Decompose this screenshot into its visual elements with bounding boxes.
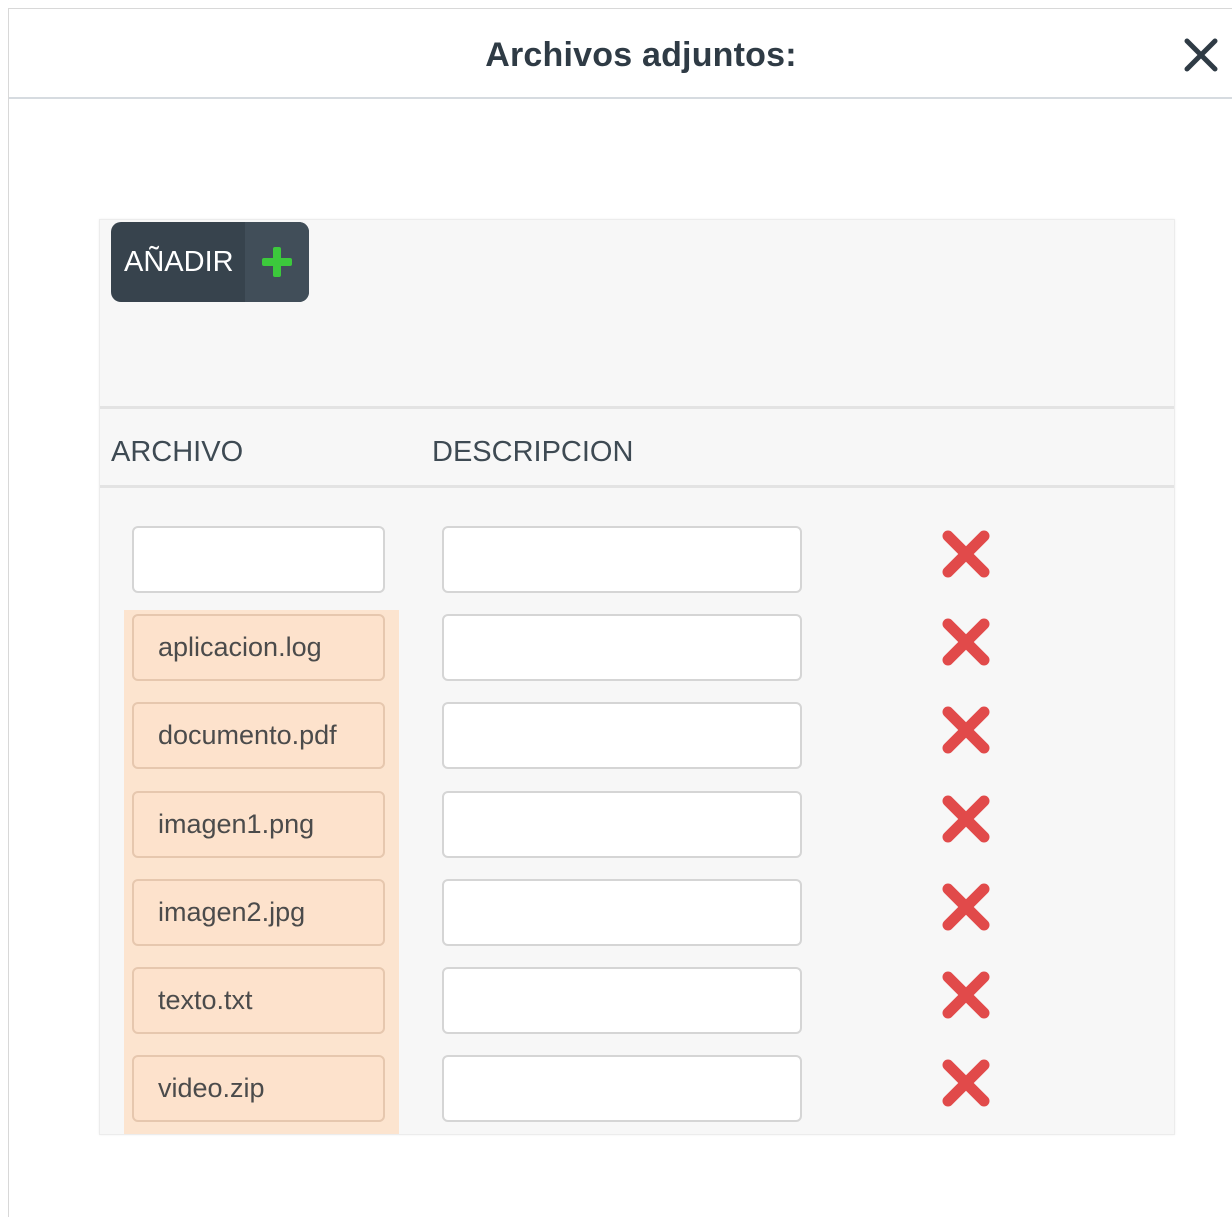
file-name-field[interactable]: imagen1.png	[132, 791, 385, 858]
table-header: ARCHIVO DESCRIPCION	[100, 412, 1174, 488]
add-button[interactable]: AÑADIR	[111, 222, 309, 302]
dialog-title: Archivos adjuntos:	[485, 36, 797, 74]
attachments-panel: AÑADIR ARCHIVO DESCRIPCION aplicacion.lo…	[99, 219, 1175, 1135]
delete-x-icon	[942, 971, 990, 1019]
description-input[interactable]	[442, 526, 802, 593]
delete-x-icon	[942, 1059, 990, 1107]
delete-x-icon	[942, 883, 990, 931]
table-row: documento.pdf	[100, 702, 1174, 770]
description-input[interactable]	[442, 614, 802, 681]
attachments-dialog: Archivos adjuntos: AÑADIR ARCHIVO DESCRI…	[8, 8, 1232, 1217]
description-input[interactable]	[442, 879, 802, 946]
add-button-label: AÑADIR	[124, 245, 234, 278]
delete-row-button[interactable]	[938, 614, 994, 670]
table-row: video.zip	[100, 1055, 1174, 1123]
file-name-field[interactable]: texto.txt	[132, 967, 385, 1034]
file-name-field[interactable]: documento.pdf	[132, 702, 385, 769]
file-name-field[interactable]: video.zip	[132, 1055, 385, 1122]
file-select-field[interactable]	[132, 526, 385, 593]
column-header-file: ARCHIVO	[111, 436, 244, 468]
table-row: aplicacion.log	[100, 614, 1174, 682]
dialog-header: Archivos adjuntos:	[9, 9, 1232, 99]
table-row: imagen2.jpg	[100, 879, 1174, 947]
delete-row-button[interactable]	[938, 702, 994, 758]
description-input[interactable]	[442, 702, 802, 769]
column-header-description: DESCRIPCION	[432, 436, 634, 468]
table-row: imagen1.png	[100, 791, 1174, 859]
delete-row-button[interactable]	[938, 967, 994, 1023]
delete-x-icon	[942, 795, 990, 843]
file-name-field[interactable]: imagen2.jpg	[132, 879, 385, 946]
close-icon	[1184, 38, 1218, 72]
delete-x-icon	[942, 530, 990, 578]
delete-row-button[interactable]	[938, 1055, 994, 1111]
description-input[interactable]	[442, 791, 802, 858]
toolbar: AÑADIR	[100, 220, 1174, 409]
delete-x-icon	[942, 618, 990, 666]
table-row	[100, 526, 1174, 594]
table-row: texto.txt	[100, 967, 1174, 1035]
plus-icon	[262, 247, 292, 277]
delete-row-button[interactable]	[938, 791, 994, 847]
delete-row-button[interactable]	[938, 879, 994, 935]
file-name-field[interactable]: aplicacion.log	[132, 614, 385, 681]
close-button[interactable]	[1179, 33, 1223, 77]
delete-row-button[interactable]	[938, 526, 994, 582]
description-input[interactable]	[442, 967, 802, 1034]
add-button-icon-area	[245, 222, 309, 302]
description-input[interactable]	[442, 1055, 802, 1122]
delete-x-icon	[942, 706, 990, 754]
